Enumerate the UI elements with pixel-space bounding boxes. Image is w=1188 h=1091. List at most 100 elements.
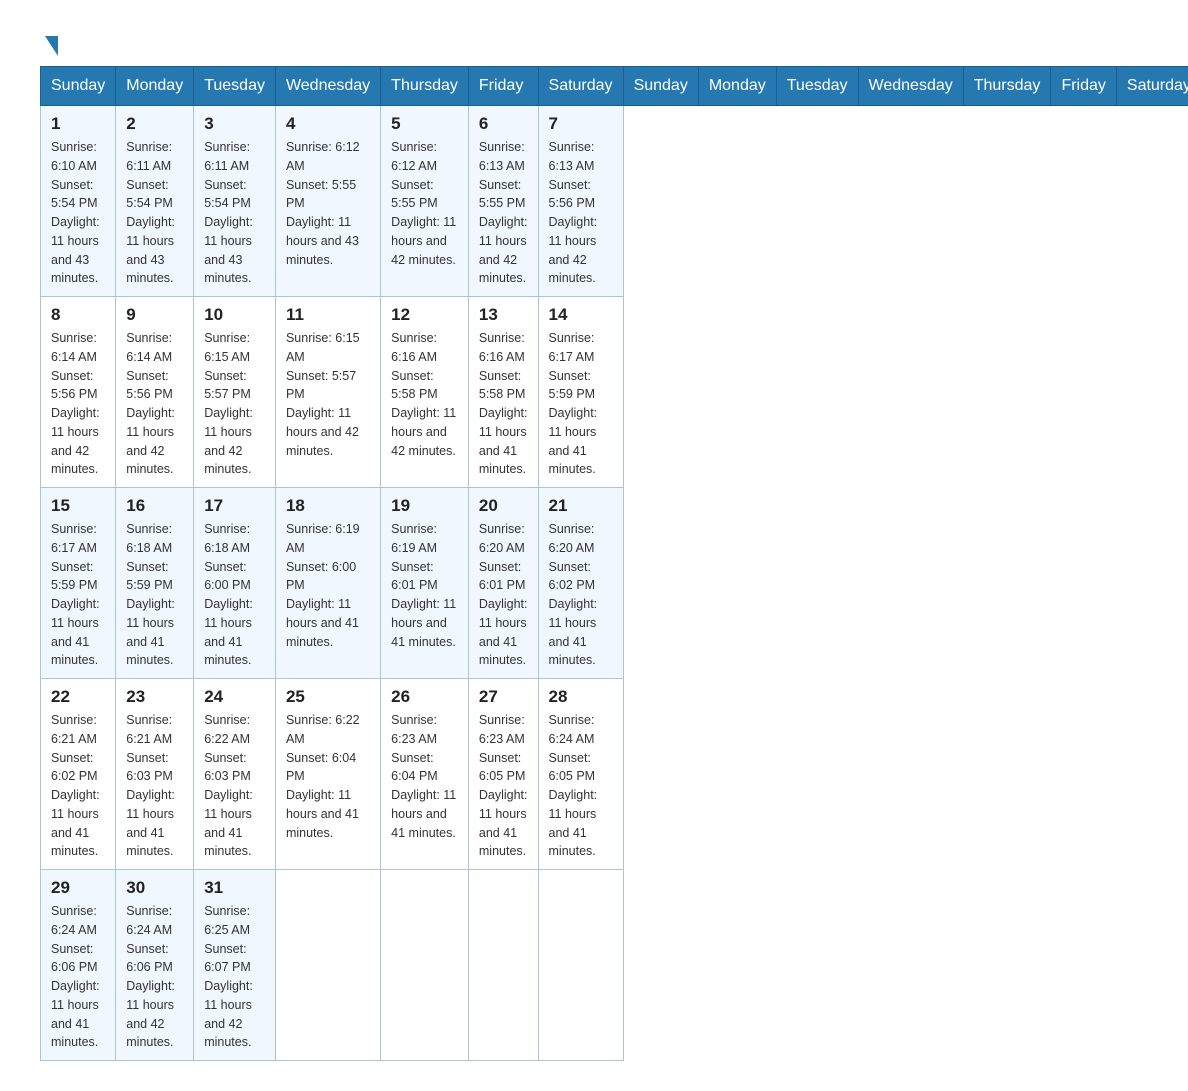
calendar-cell <box>538 870 623 1061</box>
day-number: 20 <box>479 496 528 516</box>
col-header-friday: Friday <box>468 67 538 106</box>
day-number: 27 <box>479 687 528 707</box>
day-info: Sunrise: 6:14 AMSunset: 5:56 PMDaylight:… <box>51 331 100 476</box>
col-header-monday: Monday <box>116 67 194 106</box>
day-number: 26 <box>391 687 458 707</box>
col-header-saturday: Saturday <box>1116 67 1188 106</box>
calendar-cell: 16 Sunrise: 6:18 AMSunset: 5:59 PMDaylig… <box>116 488 194 679</box>
calendar-cell: 6 Sunrise: 6:13 AMSunset: 5:55 PMDayligh… <box>468 106 538 297</box>
col-header-wednesday: Wednesday <box>858 67 963 106</box>
day-info: Sunrise: 6:13 AMSunset: 5:56 PMDaylight:… <box>549 140 598 285</box>
col-header-wednesday: Wednesday <box>275 67 380 106</box>
calendar-cell: 21 Sunrise: 6:20 AMSunset: 6:02 PMDaylig… <box>538 488 623 679</box>
day-number: 13 <box>479 305 528 325</box>
day-info: Sunrise: 6:16 AMSunset: 5:58 PMDaylight:… <box>391 331 456 458</box>
calendar-cell: 23 Sunrise: 6:21 AMSunset: 6:03 PMDaylig… <box>116 679 194 870</box>
day-info: Sunrise: 6:24 AMSunset: 6:06 PMDaylight:… <box>51 904 100 1049</box>
calendar-cell: 14 Sunrise: 6:17 AMSunset: 5:59 PMDaylig… <box>538 297 623 488</box>
col-header-sunday: Sunday <box>41 67 116 106</box>
day-info: Sunrise: 6:14 AMSunset: 5:56 PMDaylight:… <box>126 331 175 476</box>
calendar-cell: 12 Sunrise: 6:16 AMSunset: 5:58 PMDaylig… <box>381 297 469 488</box>
calendar-cell: 3 Sunrise: 6:11 AMSunset: 5:54 PMDayligh… <box>194 106 276 297</box>
day-info: Sunrise: 6:13 AMSunset: 5:55 PMDaylight:… <box>479 140 528 285</box>
day-info: Sunrise: 6:11 AMSunset: 5:54 PMDaylight:… <box>126 140 175 285</box>
calendar-week-row: 1 Sunrise: 6:10 AMSunset: 5:54 PMDayligh… <box>41 106 1188 297</box>
day-info: Sunrise: 6:12 AMSunset: 5:55 PMDaylight:… <box>286 140 360 267</box>
day-number: 5 <box>391 114 458 134</box>
col-header-friday: Friday <box>1051 67 1116 106</box>
day-number: 23 <box>126 687 183 707</box>
calendar-cell: 7 Sunrise: 6:13 AMSunset: 5:56 PMDayligh… <box>538 106 623 297</box>
col-header-monday: Monday <box>698 67 776 106</box>
calendar-cell: 22 Sunrise: 6:21 AMSunset: 6:02 PMDaylig… <box>41 679 116 870</box>
day-info: Sunrise: 6:21 AMSunset: 6:03 PMDaylight:… <box>126 713 175 858</box>
col-header-sunday: Sunday <box>623 67 698 106</box>
day-info: Sunrise: 6:22 AMSunset: 6:04 PMDaylight:… <box>286 713 360 840</box>
day-info: Sunrise: 6:23 AMSunset: 6:04 PMDaylight:… <box>391 713 456 840</box>
day-info: Sunrise: 6:19 AMSunset: 6:00 PMDaylight:… <box>286 522 360 649</box>
day-number: 3 <box>204 114 265 134</box>
day-number: 18 <box>286 496 370 516</box>
day-number: 25 <box>286 687 370 707</box>
day-number: 29 <box>51 878 105 898</box>
calendar-cell: 10 Sunrise: 6:15 AMSunset: 5:57 PMDaylig… <box>194 297 276 488</box>
day-number: 8 <box>51 305 105 325</box>
page-header <box>40 30 1148 46</box>
col-header-tuesday: Tuesday <box>194 67 276 106</box>
day-info: Sunrise: 6:21 AMSunset: 6:02 PMDaylight:… <box>51 713 100 858</box>
logo <box>40 30 58 46</box>
calendar-cell: 19 Sunrise: 6:19 AMSunset: 6:01 PMDaylig… <box>381 488 469 679</box>
day-number: 4 <box>286 114 370 134</box>
day-info: Sunrise: 6:18 AMSunset: 6:00 PMDaylight:… <box>204 522 253 667</box>
day-number: 30 <box>126 878 183 898</box>
calendar-table: SundayMondayTuesdayWednesdayThursdayFrid… <box>40 66 1188 1061</box>
day-number: 19 <box>391 496 458 516</box>
day-number: 14 <box>549 305 613 325</box>
calendar-cell: 24 Sunrise: 6:22 AMSunset: 6:03 PMDaylig… <box>194 679 276 870</box>
calendar-cell: 18 Sunrise: 6:19 AMSunset: 6:00 PMDaylig… <box>275 488 380 679</box>
day-number: 17 <box>204 496 265 516</box>
calendar-cell: 11 Sunrise: 6:15 AMSunset: 5:57 PMDaylig… <box>275 297 380 488</box>
calendar-cell: 29 Sunrise: 6:24 AMSunset: 6:06 PMDaylig… <box>41 870 116 1061</box>
calendar-cell: 8 Sunrise: 6:14 AMSunset: 5:56 PMDayligh… <box>41 297 116 488</box>
calendar-cell: 4 Sunrise: 6:12 AMSunset: 5:55 PMDayligh… <box>275 106 380 297</box>
day-info: Sunrise: 6:24 AMSunset: 6:05 PMDaylight:… <box>549 713 598 858</box>
calendar-cell: 28 Sunrise: 6:24 AMSunset: 6:05 PMDaylig… <box>538 679 623 870</box>
calendar-cell: 31 Sunrise: 6:25 AMSunset: 6:07 PMDaylig… <box>194 870 276 1061</box>
calendar-cell: 30 Sunrise: 6:24 AMSunset: 6:06 PMDaylig… <box>116 870 194 1061</box>
day-info: Sunrise: 6:12 AMSunset: 5:55 PMDaylight:… <box>391 140 456 267</box>
day-info: Sunrise: 6:10 AMSunset: 5:54 PMDaylight:… <box>51 140 100 285</box>
day-info: Sunrise: 6:19 AMSunset: 6:01 PMDaylight:… <box>391 522 456 649</box>
day-info: Sunrise: 6:24 AMSunset: 6:06 PMDaylight:… <box>126 904 175 1049</box>
calendar-cell <box>275 870 380 1061</box>
logo-triangle-icon <box>45 36 58 56</box>
day-number: 24 <box>204 687 265 707</box>
calendar-week-row: 8 Sunrise: 6:14 AMSunset: 5:56 PMDayligh… <box>41 297 1188 488</box>
calendar-cell: 26 Sunrise: 6:23 AMSunset: 6:04 PMDaylig… <box>381 679 469 870</box>
day-info: Sunrise: 6:20 AMSunset: 6:02 PMDaylight:… <box>549 522 598 667</box>
calendar-cell: 13 Sunrise: 6:16 AMSunset: 5:58 PMDaylig… <box>468 297 538 488</box>
calendar-cell <box>381 870 469 1061</box>
day-info: Sunrise: 6:17 AMSunset: 5:59 PMDaylight:… <box>549 331 598 476</box>
day-number: 15 <box>51 496 105 516</box>
day-number: 16 <box>126 496 183 516</box>
calendar-cell: 25 Sunrise: 6:22 AMSunset: 6:04 PMDaylig… <box>275 679 380 870</box>
calendar-cell: 27 Sunrise: 6:23 AMSunset: 6:05 PMDaylig… <box>468 679 538 870</box>
calendar-cell: 5 Sunrise: 6:12 AMSunset: 5:55 PMDayligh… <box>381 106 469 297</box>
day-info: Sunrise: 6:20 AMSunset: 6:01 PMDaylight:… <box>479 522 528 667</box>
col-header-thursday: Thursday <box>381 67 469 106</box>
day-number: 9 <box>126 305 183 325</box>
day-info: Sunrise: 6:17 AMSunset: 5:59 PMDaylight:… <box>51 522 100 667</box>
day-info: Sunrise: 6:11 AMSunset: 5:54 PMDaylight:… <box>204 140 253 285</box>
calendar-cell: 1 Sunrise: 6:10 AMSunset: 5:54 PMDayligh… <box>41 106 116 297</box>
day-number: 6 <box>479 114 528 134</box>
day-number: 28 <box>549 687 613 707</box>
col-header-tuesday: Tuesday <box>776 67 858 106</box>
day-number: 22 <box>51 687 105 707</box>
day-number: 31 <box>204 878 265 898</box>
day-number: 1 <box>51 114 105 134</box>
day-number: 7 <box>549 114 613 134</box>
day-number: 10 <box>204 305 265 325</box>
calendar-week-row: 15 Sunrise: 6:17 AMSunset: 5:59 PMDaylig… <box>41 488 1188 679</box>
day-info: Sunrise: 6:16 AMSunset: 5:58 PMDaylight:… <box>479 331 528 476</box>
